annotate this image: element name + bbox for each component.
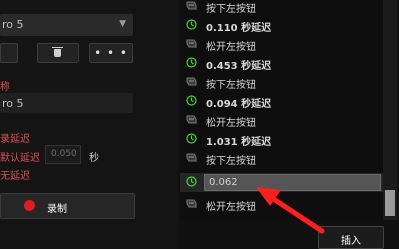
event-text: 0.094 秒延迟: [206, 99, 272, 110]
default-delay-option[interactable]: 默认延迟: [0, 149, 40, 164]
delete-macro-button[interactable]: [37, 43, 79, 63]
mouse-key-icon: [186, 115, 197, 124]
scrollbar-thumb[interactable]: [385, 190, 395, 216]
list-item[interactable]: 0.453 秒延迟: [180, 54, 383, 73]
record-button[interactable]: 录制: [0, 193, 135, 219]
list-item[interactable]: 松开左按钮: [180, 111, 256, 129]
insert-label: 插入: [341, 236, 361, 247]
event-text: 0.453 秒延迟: [206, 61, 272, 72]
stopwatch-icon: [186, 133, 197, 144]
mouse-key-icon: [186, 1, 197, 10]
macro-dropdown[interactable]: ro 5 ▼: [0, 14, 133, 36]
stopwatch-icon: [186, 176, 197, 187]
list-item[interactable]: 0.110 秒延迟: [180, 16, 383, 35]
event-text: 0.110 秒延迟: [206, 23, 272, 34]
event-list-scrollbar[interactable]: [383, 0, 397, 220]
event-text: 松开左按钮: [206, 42, 256, 53]
list-item-selected[interactable]: 0.062: [180, 173, 383, 192]
default-delay-input[interactable]: 0.050: [45, 145, 81, 164]
default-delay-placeholder: 0.050: [51, 149, 77, 159]
add-macro-button[interactable]: [0, 43, 18, 63]
insert-button[interactable]: 插入: [318, 226, 384, 249]
list-item[interactable]: 按下左按钮: [180, 73, 256, 91]
seconds-unit-label: 秒: [89, 153, 99, 164]
event-text: 松开左按钮: [206, 118, 256, 129]
mouse-key-icon: [186, 199, 197, 208]
record-delay-option[interactable]: 录延迟: [0, 130, 30, 145]
stopwatch-icon: [186, 57, 197, 68]
delay-edit-value: 0.062: [209, 177, 238, 188]
no-delay-option[interactable]: 无延迟: [0, 167, 30, 182]
stopwatch-icon: [186, 95, 197, 106]
event-text: 按下左按钮: [206, 4, 256, 15]
record-label: 录制: [47, 204, 67, 215]
chevron-down-icon: ▼: [119, 19, 126, 29]
macro-name-label: 称: [0, 82, 10, 93]
event-text: 1.031 秒延迟: [206, 137, 272, 148]
stopwatch-icon: [186, 19, 197, 30]
mouse-key-icon: [186, 153, 197, 162]
list-item[interactable]: 松开左按钮: [180, 35, 256, 53]
list-item[interactable]: 1.031 秒延迟: [180, 130, 383, 149]
trash-icon: [52, 47, 63, 57]
more-dots: • • •: [94, 46, 128, 60]
event-text: 按下左按钮: [206, 80, 256, 91]
list-item[interactable]: 0.094 秒延迟: [180, 92, 383, 111]
list-item[interactable]: 按下左按钮: [180, 149, 256, 167]
list-item[interactable]: 松开左按钮: [180, 195, 256, 213]
macro-name-input[interactable]: ro 5: [0, 93, 133, 113]
more-options-button[interactable]: • • •: [89, 43, 133, 63]
mouse-key-icon: [186, 77, 197, 86]
macro-settings-panel: ro 5 ▼ • • • 称 ro 5 录延迟 默认延迟 0.050 秒 无延迟…: [0, 0, 178, 249]
macro-name-value: ro 5: [2, 97, 24, 110]
event-text: 按下左按钮: [206, 156, 256, 167]
record-dot-icon: [24, 200, 35, 211]
mouse-key-icon: [186, 39, 197, 48]
macro-dropdown-value: ro 5: [2, 18, 24, 31]
event-text: 松开左按钮: [206, 202, 256, 213]
macro-event-list: 按下左按钮 0.110 秒延迟 松开左按钮 0.453 秒延迟 按下左按钮 0.…: [180, 0, 383, 220]
delay-edit-input[interactable]: 0.062: [204, 174, 381, 191]
list-item[interactable]: 按下左按钮: [180, 0, 256, 15]
